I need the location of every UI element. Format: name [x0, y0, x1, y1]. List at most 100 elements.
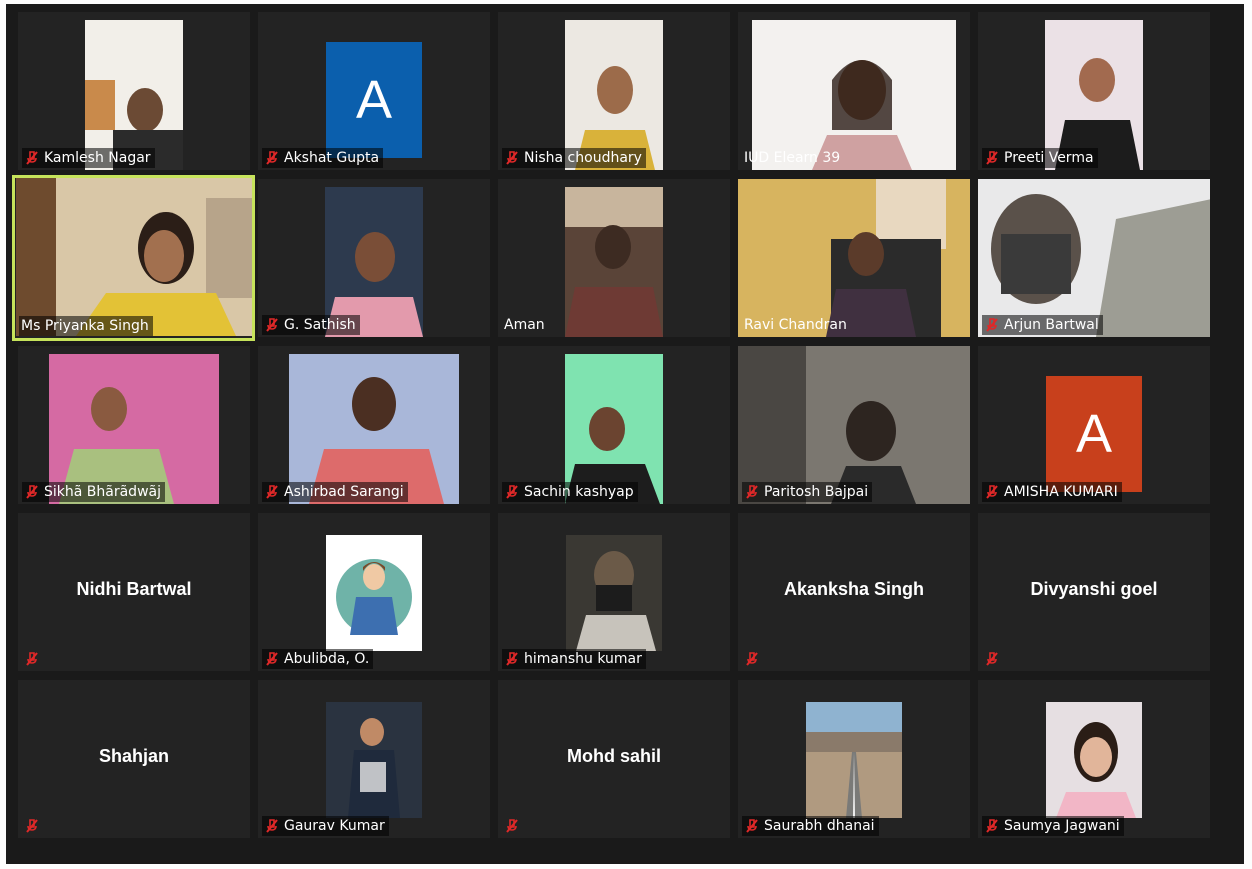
- participant-tile[interactable]: Sikhã Bhãrãdwãj: [18, 346, 250, 504]
- participant-nameplate: himanshu kumar: [502, 649, 646, 669]
- participant-tile[interactable]: G. Sathish: [258, 179, 490, 337]
- participant-nameplate: [742, 649, 768, 669]
- mic-muted-icon: [264, 651, 280, 667]
- participant-name-center: Mohd sahil: [567, 746, 661, 766]
- mic-muted-icon: [744, 818, 760, 834]
- participant-nameplate: Gaurav Kumar: [262, 816, 389, 836]
- participant-name: Ashirbad Sarangi: [284, 484, 404, 500]
- participant-tile[interactable]: Abulibda, O.: [258, 513, 490, 671]
- participant-name: G. Sathish: [284, 317, 356, 333]
- participant-tile[interactable]: Kamlesh Nagar: [18, 12, 250, 170]
- participant-name: Arjun Bartwal: [1004, 317, 1099, 333]
- participant-tile[interactable]: Shahjan: [18, 680, 250, 838]
- participant-tile[interactable]: himanshu kumar: [498, 513, 730, 671]
- participant-nameplate: Paritosh Bajpai: [742, 482, 873, 502]
- participant-name: Kamlesh Nagar: [44, 150, 151, 166]
- mic-muted-icon: [504, 150, 520, 166]
- participant-tile[interactable]: Saurabh dhanai: [738, 680, 970, 838]
- participant-nameplate: IUD Elearn 39: [742, 148, 844, 168]
- participant-tile[interactable]: Ravi Chandran: [738, 179, 970, 337]
- participant-nameplate: Sachin kashyap: [502, 482, 638, 502]
- participant-tile[interactable]: A AMISHA KUMARI: [978, 346, 1210, 504]
- participant-name: Saumya Jagwani: [1004, 818, 1120, 834]
- participant-name-center: Nidhi Bartwal: [76, 579, 192, 599]
- participant-tile[interactable]: Gaurav Kumar: [258, 680, 490, 838]
- participant-nameplate: Sikhã Bhãrãdwãj: [22, 482, 165, 502]
- participant-name: Saurabh dhanai: [764, 818, 875, 834]
- participant-name: Aman: [504, 317, 545, 333]
- participant-video: [738, 346, 970, 504]
- profile-picture: [806, 702, 902, 818]
- mic-muted-icon: [504, 484, 520, 500]
- participant-name: AMISHA KUMARI: [1004, 484, 1118, 500]
- participant-nameplate: Ravi Chandran: [742, 315, 851, 335]
- participant-nameplate: Arjun Bartwal: [982, 315, 1103, 335]
- participant-name: IUD Elearn 39: [744, 150, 841, 166]
- participant-nameplate: Aman: [502, 315, 549, 335]
- mic-muted-icon: [984, 818, 1000, 834]
- participant-tile[interactable]: Nisha choudhary: [498, 12, 730, 170]
- participant-nameplate: [22, 816, 48, 836]
- profile-picture: [326, 535, 422, 651]
- participant-tile[interactable]: Arjun Bartwal: [978, 179, 1210, 337]
- mic-muted-icon: [24, 818, 40, 834]
- participant-tile[interactable]: Saumya Jagwani: [978, 680, 1210, 838]
- participant-tile-active-speaker[interactable]: Ms Priyanka Singh: [12, 175, 255, 341]
- mic-muted-icon: [264, 484, 280, 500]
- participant-nameplate: AMISHA KUMARI: [982, 482, 1122, 502]
- mic-muted-icon: [504, 651, 520, 667]
- participant-tile[interactable]: A Akshat Gupta: [258, 12, 490, 170]
- participant-video: [738, 179, 970, 337]
- mic-muted-icon: [984, 651, 1000, 667]
- mic-muted-icon: [24, 150, 40, 166]
- mic-muted-icon: [984, 150, 1000, 166]
- participant-tile[interactable]: Mohd sahil: [498, 680, 730, 838]
- participant-nameplate: Saumya Jagwani: [982, 816, 1124, 836]
- mic-muted-icon: [744, 484, 760, 500]
- participant-tile[interactable]: Nidhi Bartwal: [18, 513, 250, 671]
- participant-name-center: Akanksha Singh: [783, 579, 925, 599]
- participant-name: Sachin kashyap: [524, 484, 634, 500]
- participant-tile[interactable]: Sachin kashyap: [498, 346, 730, 504]
- mic-muted-icon: [264, 150, 280, 166]
- mic-muted-icon: [24, 484, 40, 500]
- participant-name-center: Shahjan: [98, 746, 169, 766]
- participant-tile[interactable]: Paritosh Bajpai: [738, 346, 970, 504]
- mic-muted-icon: [264, 317, 280, 333]
- avatar-letter: A: [326, 42, 422, 158]
- participant-name: himanshu kumar: [524, 651, 642, 667]
- participant-nameplate: Nisha choudhary: [502, 148, 646, 168]
- participant-video: [565, 187, 663, 337]
- participant-tile[interactable]: Ashirbad Sarangi: [258, 346, 490, 504]
- participant-nameplate: Ms Priyanka Singh: [19, 316, 153, 336]
- gallery-view: Kamlesh Nagar A Akshat Gupta Nisha choud…: [6, 4, 1244, 864]
- profile-picture: [1046, 702, 1142, 818]
- participant-name: Akshat Gupta: [284, 150, 380, 166]
- mic-muted-icon: [744, 651, 760, 667]
- participant-nameplate: Saurabh dhanai: [742, 816, 879, 836]
- participant-name: Paritosh Bajpai: [764, 484, 869, 500]
- participant-nameplate: [982, 649, 1008, 669]
- participant-nameplate: Abulibda, O.: [262, 649, 374, 669]
- participant-name: Preeti Verma: [1004, 150, 1094, 166]
- participant-tile[interactable]: Preeti Verma: [978, 12, 1210, 170]
- participant-tile[interactable]: Aman: [498, 179, 730, 337]
- participant-video: [15, 178, 252, 336]
- participant-nameplate: Ashirbad Sarangi: [262, 482, 408, 502]
- participant-name-center: Divyanshi goel: [1030, 579, 1158, 599]
- participant-nameplate: G. Sathish: [262, 315, 360, 335]
- participant-tile[interactable]: Divyanshi goel: [978, 513, 1210, 671]
- participant-name: Nisha choudhary: [524, 150, 642, 166]
- participant-name: Sikhã Bhãrãdwãj: [44, 484, 161, 500]
- profile-picture: [326, 702, 422, 818]
- participant-name: Ms Priyanka Singh: [21, 318, 149, 334]
- participant-nameplate: [502, 816, 528, 836]
- mic-muted-icon: [24, 651, 40, 667]
- mic-muted-icon: [264, 818, 280, 834]
- participant-nameplate: [22, 649, 48, 669]
- participant-tile[interactable]: IUD Elearn 39: [738, 12, 970, 170]
- participant-tile[interactable]: Akanksha Singh: [738, 513, 970, 671]
- participant-name: Abulibda, O.: [284, 651, 370, 667]
- participant-nameplate: Preeti Verma: [982, 148, 1098, 168]
- mic-muted-icon: [984, 484, 1000, 500]
